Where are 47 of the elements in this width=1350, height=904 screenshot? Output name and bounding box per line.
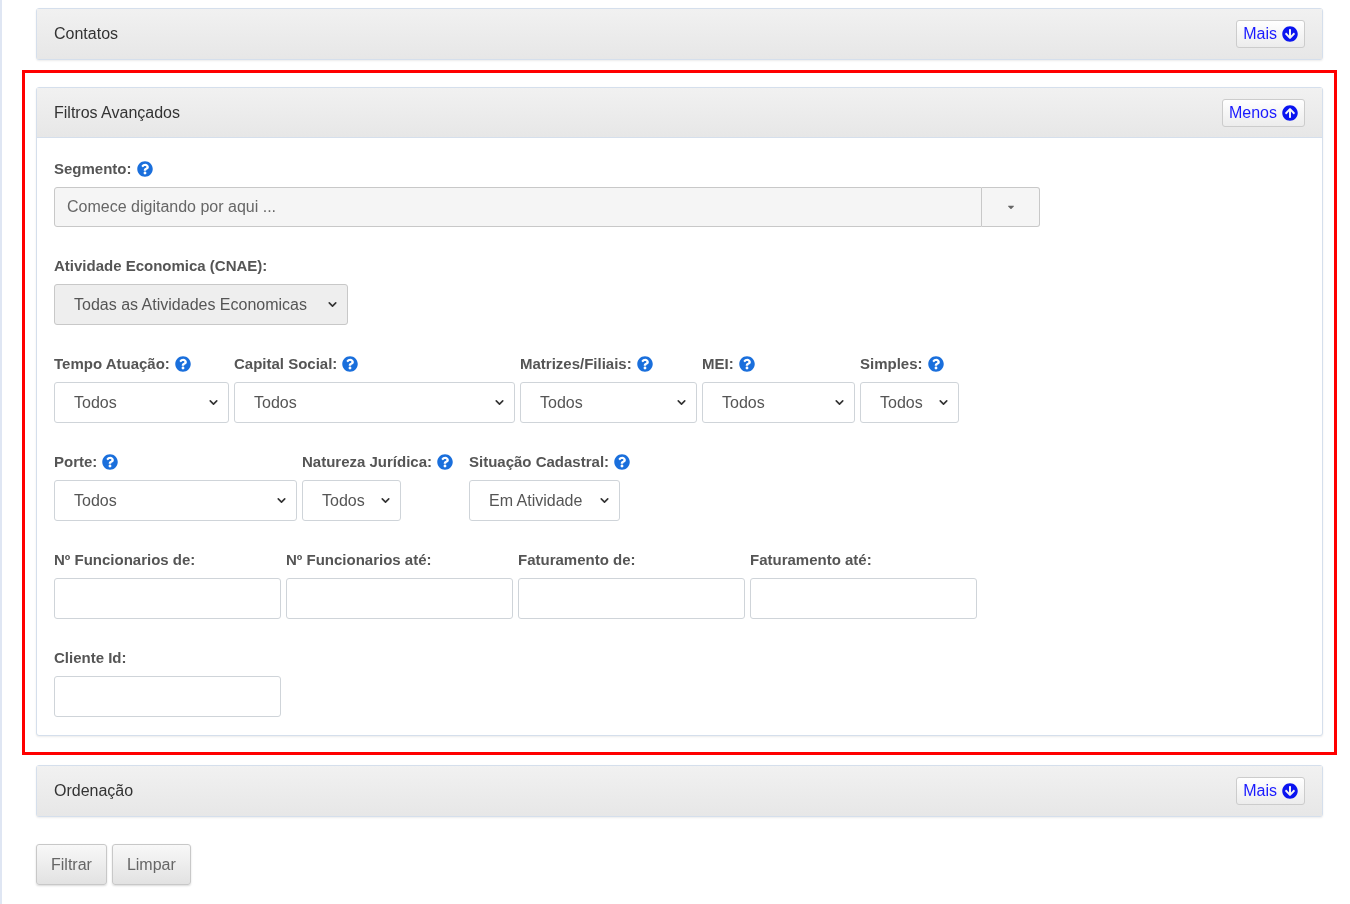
field-label: Matrizes/Filiais: bbox=[520, 353, 632, 374]
panel-title: Contatos bbox=[54, 24, 119, 44]
select-field[interactable]: Todos bbox=[702, 382, 855, 423]
field-label: Segmento: bbox=[54, 158, 132, 179]
field-label: Nº Funcionarios de: bbox=[54, 549, 196, 570]
field-label: Atividade Economica (CNAE): bbox=[54, 255, 268, 276]
panel-title: Ordenação bbox=[54, 781, 134, 801]
field-label: Faturamento até: bbox=[750, 549, 872, 570]
search-field[interactable]: Comece digitando por aqui ... bbox=[54, 187, 982, 227]
help-icon[interactable] bbox=[136, 161, 153, 177]
help-icon[interactable] bbox=[437, 454, 454, 470]
action-button[interactable]: Limpar bbox=[111, 844, 191, 885]
help-icon[interactable] bbox=[342, 356, 359, 372]
select-field[interactable]: Todos bbox=[54, 480, 297, 521]
input-field[interactable] bbox=[286, 578, 513, 619]
field-label: Nº Funcionarios até: bbox=[286, 549, 432, 570]
help-icon[interactable] bbox=[738, 356, 755, 372]
help-icon[interactable] bbox=[927, 356, 944, 372]
field-label: Simples: bbox=[860, 353, 923, 374]
input-field[interactable] bbox=[518, 578, 745, 619]
select-field[interactable]: Em Atividade bbox=[469, 480, 620, 521]
panel-title: Filtros Avançados bbox=[54, 102, 180, 123]
input-field[interactable] bbox=[54, 578, 281, 619]
field-label: Natureza Jurídica: bbox=[302, 451, 433, 472]
action-button[interactable]: Filtrar bbox=[36, 844, 107, 885]
field-label: Porte: bbox=[54, 451, 98, 472]
toggle-button[interactable]: Mais bbox=[1236, 20, 1305, 48]
select-field[interactable]: Todos bbox=[234, 382, 515, 423]
field-label: Tempo Atuação: bbox=[54, 353, 170, 374]
select-field[interactable]: Todos bbox=[302, 480, 401, 521]
select-field[interactable]: Todos bbox=[54, 382, 229, 423]
help-icon[interactable] bbox=[102, 454, 119, 470]
input-field[interactable] bbox=[750, 578, 977, 619]
help-icon[interactable] bbox=[174, 356, 191, 372]
select-field[interactable]: Todos bbox=[520, 382, 697, 423]
input-field[interactable] bbox=[54, 676, 281, 717]
toggle-button[interactable]: Mais bbox=[1236, 777, 1305, 805]
select-field[interactable]: Todas as Atividades Economicas bbox=[54, 284, 348, 325]
field-label: Situação Cadastral: bbox=[469, 451, 610, 472]
help-icon[interactable] bbox=[614, 454, 631, 470]
help-icon[interactable] bbox=[636, 356, 653, 372]
toggle-button[interactable]: Menos bbox=[1221, 98, 1305, 127]
field-label: Faturamento de: bbox=[518, 549, 636, 570]
field-label: Capital Social: bbox=[234, 353, 338, 374]
select-field[interactable]: Todos bbox=[860, 382, 959, 423]
field-label: MEI: bbox=[702, 353, 734, 374]
field-label: Cliente Id: bbox=[54, 647, 127, 668]
